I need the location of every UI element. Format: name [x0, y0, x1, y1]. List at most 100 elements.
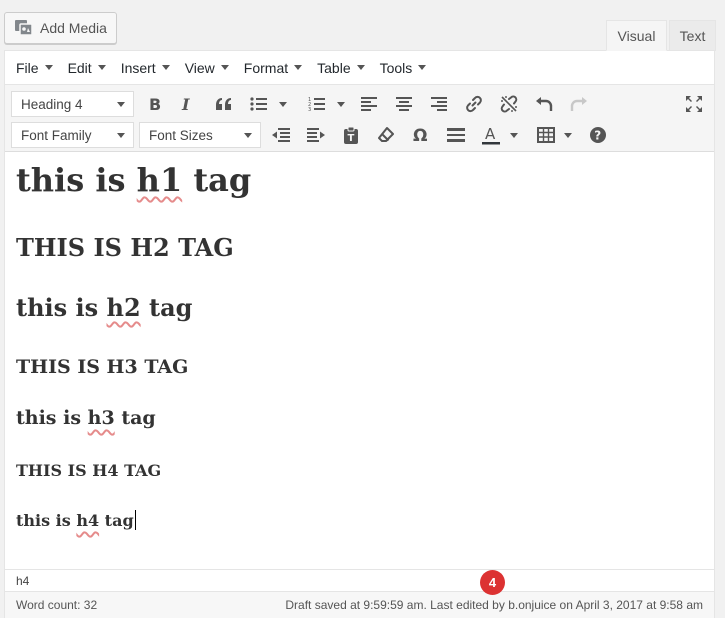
- font-family-value: Font Family: [21, 127, 92, 143]
- heading-1-text-end: tag: [182, 161, 252, 199]
- format-select[interactable]: Heading 4: [11, 91, 134, 117]
- special-character-button[interactable]: Ω: [407, 121, 435, 149]
- heading-3-text: this is: [16, 407, 88, 429]
- italic-button[interactable]: I: [173, 90, 201, 118]
- chevron-down-icon: [337, 101, 345, 107]
- bold-icon: B: [149, 96, 161, 112]
- text-color-dropdown[interactable]: [508, 121, 520, 149]
- fullscreen-button[interactable]: [680, 90, 708, 118]
- menu-view[interactable]: View: [180, 60, 234, 76]
- menu-file-label: File: [16, 59, 39, 76]
- chevron-down-icon: [97, 65, 106, 70]
- outdent-button[interactable]: [267, 121, 295, 149]
- align-center-icon: [396, 97, 412, 111]
- menu-table[interactable]: Table: [312, 60, 369, 76]
- fullscreen-icon: [686, 96, 702, 112]
- undo-icon: [536, 97, 553, 111]
- menu-insert[interactable]: Insert: [116, 60, 175, 76]
- add-media-button[interactable]: Add Media: [4, 12, 117, 44]
- horizontal-line-button[interactable]: [442, 121, 470, 149]
- indent-icon: [307, 128, 325, 142]
- heading-2-text-end: tag: [140, 293, 193, 322]
- chevron-down-icon: [356, 65, 365, 70]
- bullet-list-dropdown[interactable]: [277, 90, 289, 118]
- heading-2: this is h2 tag: [16, 293, 192, 322]
- svg-text:I: I: [181, 96, 190, 112]
- heading-4: this is h4 tag: [16, 510, 136, 530]
- undo-button[interactable]: [530, 90, 558, 118]
- svg-text:Ω: Ω: [413, 126, 427, 144]
- heading-4-text: this is: [16, 511, 77, 530]
- menu-format-label: Format: [243, 59, 289, 76]
- font-sizes-value: Font Sizes: [149, 127, 213, 143]
- bullet-list-icon: [250, 97, 267, 111]
- align-center-button[interactable]: [390, 90, 418, 118]
- chevron-down-icon: [279, 101, 287, 107]
- toolbars: Heading 4 B I 123 Font Family Font Sizes…: [5, 85, 714, 152]
- editor-content[interactable]: this is h1 tag THIS IS H2 TAG this is h2…: [5, 153, 714, 595]
- heading-3-upper: THIS IS H3 TAG: [16, 356, 189, 378]
- bold-button[interactable]: B: [141, 90, 169, 118]
- table-dropdown[interactable]: [562, 121, 574, 149]
- omega-icon: Ω: [413, 126, 427, 144]
- text-color-icon: A: [482, 125, 500, 145]
- link-icon: [466, 95, 482, 113]
- heading-3: this is h3 tag: [16, 407, 156, 429]
- element-path: h4: [5, 569, 714, 591]
- redo-icon: [570, 97, 587, 111]
- add-media-label: Add Media: [40, 20, 107, 36]
- text-color-button[interactable]: A: [477, 121, 505, 149]
- chevron-down-icon: [294, 65, 303, 70]
- tab-visual[interactable]: Visual: [606, 20, 667, 51]
- tab-text[interactable]: Text: [669, 20, 716, 51]
- table-button[interactable]: [532, 121, 560, 149]
- chevron-down-icon: [510, 132, 518, 138]
- bullet-list-button[interactable]: [245, 90, 273, 118]
- numbered-list-button[interactable]: 123: [303, 90, 331, 118]
- chevron-down-icon: [117, 133, 125, 138]
- unlink-icon: [500, 95, 518, 113]
- horizontal-line-icon: [447, 128, 465, 142]
- spellcheck-word: h2: [106, 293, 141, 322]
- font-family-select[interactable]: Font Family: [11, 122, 134, 148]
- indent-button[interactable]: [302, 121, 330, 149]
- italic-icon: I: [181, 96, 190, 112]
- svg-text:?: ?: [594, 129, 601, 143]
- align-left-button[interactable]: [355, 90, 383, 118]
- chevron-down-icon: [161, 65, 170, 70]
- quote-icon: [216, 98, 231, 110]
- svg-text:3: 3: [308, 107, 311, 112]
- toolbar-row-2: Font Family Font Sizes T Ω A ?: [5, 120, 714, 152]
- path-item-h4[interactable]: h4: [16, 574, 29, 588]
- menu-edit[interactable]: Edit: [63, 60, 111, 76]
- font-sizes-select[interactable]: Font Sizes: [139, 122, 261, 148]
- align-right-icon: [431, 97, 447, 111]
- menu-tools-label: Tools: [379, 59, 413, 76]
- remove-link-button[interactable]: [495, 90, 523, 118]
- eraser-icon: [378, 127, 394, 142]
- chevron-down-icon: [220, 65, 229, 70]
- redo-button[interactable]: [565, 90, 593, 118]
- paste-as-text-button[interactable]: T: [337, 121, 365, 149]
- heading-4-upper: THIS IS H4 TAG: [16, 461, 162, 480]
- blockquote-button[interactable]: [210, 90, 238, 118]
- align-right-button[interactable]: [425, 90, 453, 118]
- insert-link-button[interactable]: [460, 90, 488, 118]
- menu-format[interactable]: Format: [239, 60, 307, 76]
- chevron-down-icon: [44, 65, 53, 70]
- numbered-list-dropdown[interactable]: [335, 90, 347, 118]
- menu-tools[interactable]: Tools: [375, 60, 432, 76]
- annotation-badge: 4: [480, 570, 505, 595]
- menu-file[interactable]: File: [11, 60, 58, 76]
- heading-1-text: this is: [16, 161, 137, 199]
- outdent-icon: [272, 128, 290, 142]
- clear-formatting-button[interactable]: [372, 121, 400, 149]
- paste-text-icon: T: [344, 126, 358, 144]
- heading-1: this is h1 tag: [16, 161, 251, 199]
- status-bar: Word count: 32 Draft saved at 9:59:59 am…: [5, 591, 714, 618]
- spellcheck-word: h3: [87, 407, 115, 429]
- spellcheck-word: h4: [76, 511, 100, 530]
- help-button[interactable]: ?: [584, 121, 612, 149]
- menu-insert-label: Insert: [120, 59, 156, 76]
- media-icon: [14, 19, 34, 37]
